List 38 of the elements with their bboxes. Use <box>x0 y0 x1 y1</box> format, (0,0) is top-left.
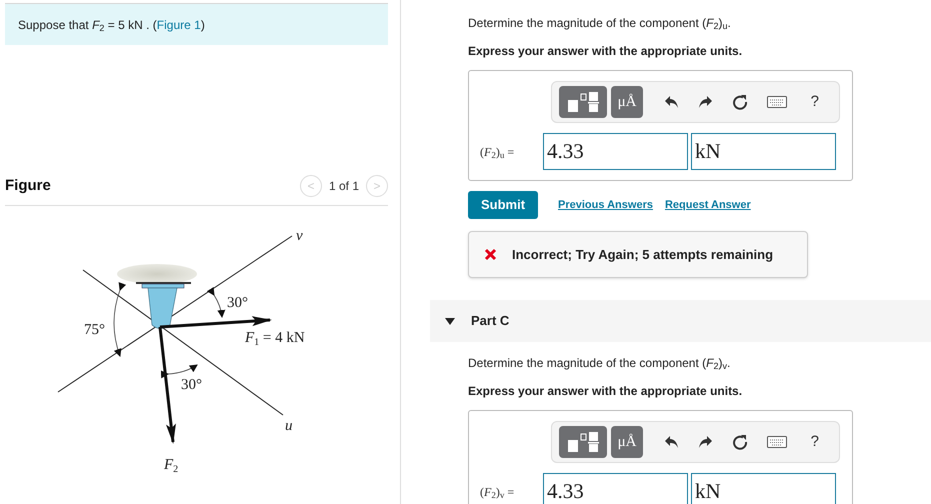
fraction-template-icon <box>566 91 600 113</box>
unit-input[interactable]: kN <box>691 133 836 170</box>
value-input[interactable]: 4.33 <box>543 133 688 170</box>
value-input[interactable]: 4.33 <box>543 473 688 504</box>
redo-icon[interactable] <box>698 95 712 109</box>
answer-link[interactable]: Previous Answers <box>558 196 653 214</box>
template-button[interactable] <box>559 426 607 458</box>
reset-icon[interactable] <box>732 94 748 110</box>
part-header[interactable]: Part C <box>430 300 931 342</box>
part-title: Part C <box>471 312 510 330</box>
undo-icon[interactable] <box>665 95 679 109</box>
instruction-text: Express your answer with the appropriate units. <box>468 383 744 400</box>
question-text: Determine the magnitude of the component (F$_{2}$)$_{u}$. <box>468 15 732 32</box>
keyboard-icon[interactable] <box>767 96 788 108</box>
reset-icon[interactable] <box>732 434 748 450</box>
question-text: Determine the magnitude of the component (F$_{2}$)$_{v}$. <box>468 355 732 372</box>
answer-label: (F$_{2}$)$_{v}$ = <box>479 484 516 500</box>
force-diagram-drawing: v u 75° 30° 30° F$_{1}$ = 4 kN F$_{2}$ <box>0 210 400 474</box>
template-button[interactable] <box>559 86 607 118</box>
units-button[interactable]: μÅ <box>611 86 643 118</box>
pager-text: 1 of 1 <box>328 178 359 196</box>
undo-icon[interactable] <box>665 435 679 449</box>
submit-button[interactable]: Submit <box>468 191 538 219</box>
units-button[interactable]: μÅ <box>611 426 643 458</box>
figure-title: Figure <box>5 176 51 196</box>
intro-text: Suppose that F$_{2}$ = 5 kN . (Figure 1) <box>18 16 205 34</box>
help-button[interactable]: ? <box>806 90 823 114</box>
instruction-text: Express your answer with the appropriate units. <box>468 43 744 60</box>
help-button[interactable]: ? <box>806 430 823 454</box>
fraction-template-icon <box>566 431 600 453</box>
answer-label: (F$_{2}$)$_{u}$ = <box>479 144 516 160</box>
figure-link[interactable]: Figure 1 <box>156 18 201 32</box>
cross-icon <box>484 248 497 261</box>
redo-icon[interactable] <box>698 435 712 449</box>
feedback-text: Incorrect; Try Again; 5 attempts remaining <box>512 246 774 264</box>
answer-link[interactable]: Request Answer <box>664 196 751 214</box>
keyboard-icon[interactable] <box>767 436 788 448</box>
unit-input[interactable]: kN <box>691 473 836 504</box>
